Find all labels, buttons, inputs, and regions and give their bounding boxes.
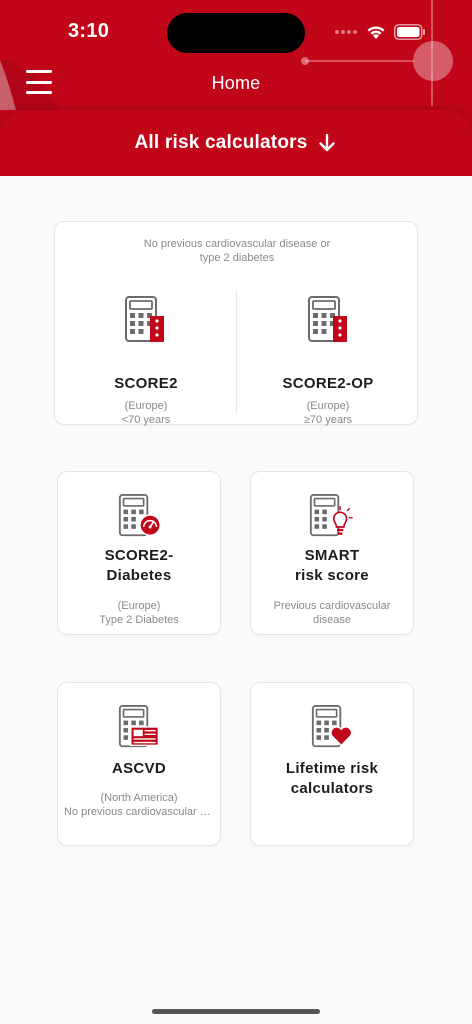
status-icons [334, 22, 426, 42]
calculator-detail: No previous cardiovascular d... [64, 806, 216, 818]
calculator-name: SCORE2-OP [282, 375, 374, 392]
all-risk-calculators-tab[interactable]: All risk calculators [0, 110, 472, 176]
calculator-name: SCORE2- Diabetes [104, 547, 174, 584]
calculator-detail: <70 years [121, 414, 171, 426]
home-indicator[interactable] [152, 1009, 320, 1014]
score2-calculator[interactable]: SCORE2 (Europe) <70 years [55, 296, 237, 426]
no-cvd-group-card: No previous cardiovascular disease or ty… [54, 221, 419, 426]
smart-risk-score-calculator[interactable]: SMART risk score Previous cardiovascular… [250, 471, 414, 635]
calculator-eu-flag-icon [308, 296, 347, 342]
status-time: 3:10 [68, 20, 110, 42]
calculator-name: Lifetime risk calculators [285, 760, 379, 797]
calculator-name: ASCVD [111, 760, 166, 777]
calculator-list: No previous cardiovascular disease or ty… [0, 176, 472, 1024]
calculator-name: SMART risk score [295, 547, 369, 584]
calculator-eu-flag-icon [125, 296, 164, 342]
score2-diabetes-calculator[interactable]: SCORE2- Diabetes (Europe) Type 2 Diabete… [57, 471, 221, 635]
group-note: No previous cardiovascular disease or ty… [143, 238, 331, 264]
calculator-name: SCORE2 [114, 375, 178, 392]
app-header: 3:10 Home All risk calculators [0, 0, 472, 176]
calculator-flag-icon [118, 705, 160, 748]
ascvd-calculator[interactable]: ASCVD (North America) No previous cardio… [57, 682, 221, 846]
calculator-region: (North America) [100, 792, 178, 804]
signal-icon [335, 30, 357, 34]
calculator-gauge-icon [118, 494, 161, 537]
calculator-region: (Europe) [124, 400, 168, 412]
calculator-region: (Europe) [306, 400, 350, 412]
dynamic-island [167, 13, 305, 53]
page-title: Home [211, 73, 261, 93]
battery-icon [394, 24, 425, 40]
score2-op-calculator[interactable]: SCORE2-OP (Europe) ≥70 years [237, 296, 419, 426]
calculator-lightbulb-icon [309, 494, 353, 537]
calculator-heart-icon [311, 705, 353, 748]
tab-label: All risk calculators [134, 132, 308, 153]
arrow-down-icon [319, 133, 336, 152]
wifi-icon [367, 26, 385, 39]
calculator-region: (Europe) [117, 600, 161, 612]
calculator-detail: Type 2 Diabetes [99, 614, 179, 626]
status-bar: 3:10 [0, 0, 472, 60]
calculator-detail: Previous cardiovascular disease [273, 600, 391, 626]
calculator-detail: ≥70 years [303, 414, 353, 426]
lifetime-risk-calculators[interactable]: Lifetime risk calculators [250, 682, 414, 846]
